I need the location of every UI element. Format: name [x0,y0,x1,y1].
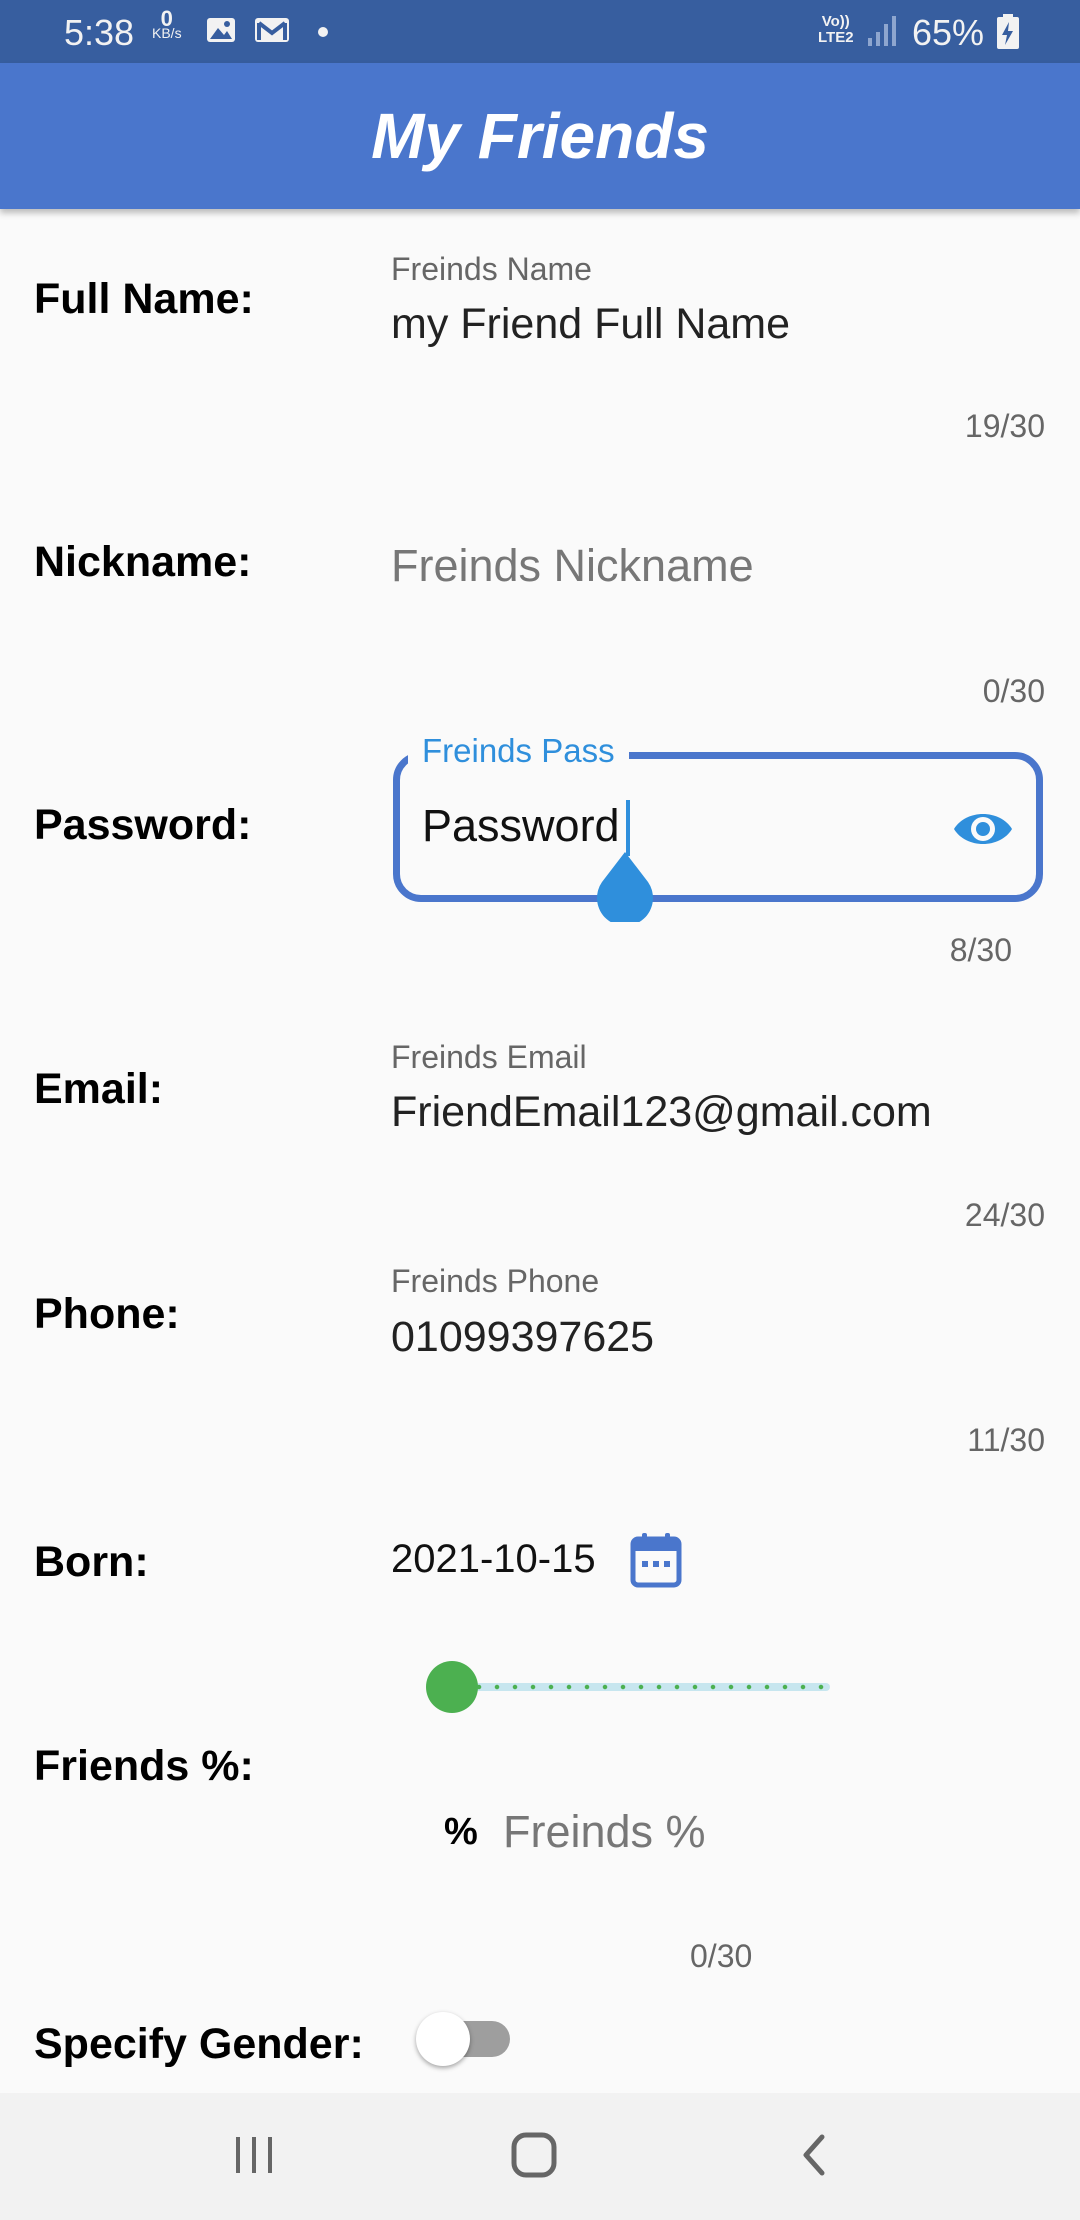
nickname-label: Nickname: [34,538,252,586]
eye-icon[interactable] [952,803,1014,855]
text-cursor [626,800,630,856]
born-label: Born: [34,1538,149,1586]
gmail-icon [255,18,289,42]
net-speed-unit: KB/s [152,25,182,41]
volte-line2: LTE2 [818,29,854,46]
password-label: Password: [34,801,252,849]
gender-label: Specify Gender: [34,2020,364,2068]
full-name-counter: 19/30 [964,408,1045,444]
image-icon [207,18,235,42]
friends-slider-ticks [452,1684,830,1690]
friends-percent-input[interactable]: Freinds % [503,1806,706,1858]
home-icon[interactable] [502,2123,566,2187]
phone-counter: 11/30 [967,1422,1045,1458]
volte-indicator: Vo)) LTE2 [818,14,854,46]
navigation-bar [0,2093,1080,2220]
nickname-counter: 0/30 [982,673,1045,709]
email-counter: 24/30 [964,1197,1045,1233]
recent-apps-icon[interactable] [222,2123,286,2187]
email-float-label: Freinds Email [391,1039,587,1075]
email-label: Email: [34,1065,164,1113]
status-bar: 5:38 0 KB/s Vo)) LTE2 65% [0,0,1080,63]
phone-float-label: Freinds Phone [391,1263,600,1299]
back-icon[interactable] [784,2123,848,2187]
cursor-handle[interactable] [596,852,654,922]
percent-prefix: % [444,1811,478,1853]
net-speed-value: 0 [160,6,173,31]
notification-dot [318,27,328,37]
password-input[interactable]: Password [422,800,620,852]
born-date-value: 2021-10-15 [391,1537,596,1581]
calendar-icon[interactable] [630,1532,682,1588]
phone-label: Phone: [34,1290,180,1338]
password-counter: 8/30 [949,932,1012,968]
full-name-label: Full Name: [34,275,254,323]
signal-icon [868,16,896,46]
nickname-input[interactable]: Freinds Nickname [391,540,754,592]
gender-toggle-knob[interactable] [416,2012,470,2066]
password-float-label: Freinds Pass [408,732,629,770]
battery-percent: 65% [912,12,985,53]
volte-line1: Vo)) [821,13,850,30]
status-time: 5:38 [64,12,135,53]
phone-input[interactable]: 01099397625 [391,1313,654,1362]
full-name-float-label: Freinds Name [391,251,592,287]
page-title: My Friends [371,100,709,172]
friends-percent-label: Friends %: [34,1742,254,1790]
app-bar: My Friends [0,63,1080,209]
email-input[interactable]: FriendEmail123@gmail.com [391,1088,932,1137]
friends-percent-counter: 0/30 [690,1938,753,1974]
friends-slider-thumb[interactable] [426,1661,478,1713]
battery-charging-icon [997,14,1019,49]
net-speed: 0 KB/s [152,6,182,41]
full-name-input[interactable]: my Friend Full Name [391,300,790,349]
